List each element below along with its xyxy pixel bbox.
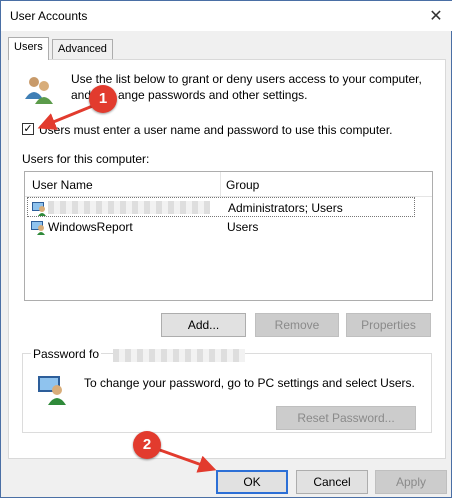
annotation-arrows: [37, 103, 217, 473]
arrow-to-ok: [156, 447, 217, 473]
user-accounts-window: User Accounts ✕ Users Advanced Use the l…: [0, 0, 453, 498]
arrow-to-checkbox: [37, 103, 96, 130]
annotation-marker-1: 1: [89, 85, 117, 113]
annotation-marker-2: 2: [133, 431, 161, 459]
tab-users[interactable]: Users: [8, 37, 49, 60]
